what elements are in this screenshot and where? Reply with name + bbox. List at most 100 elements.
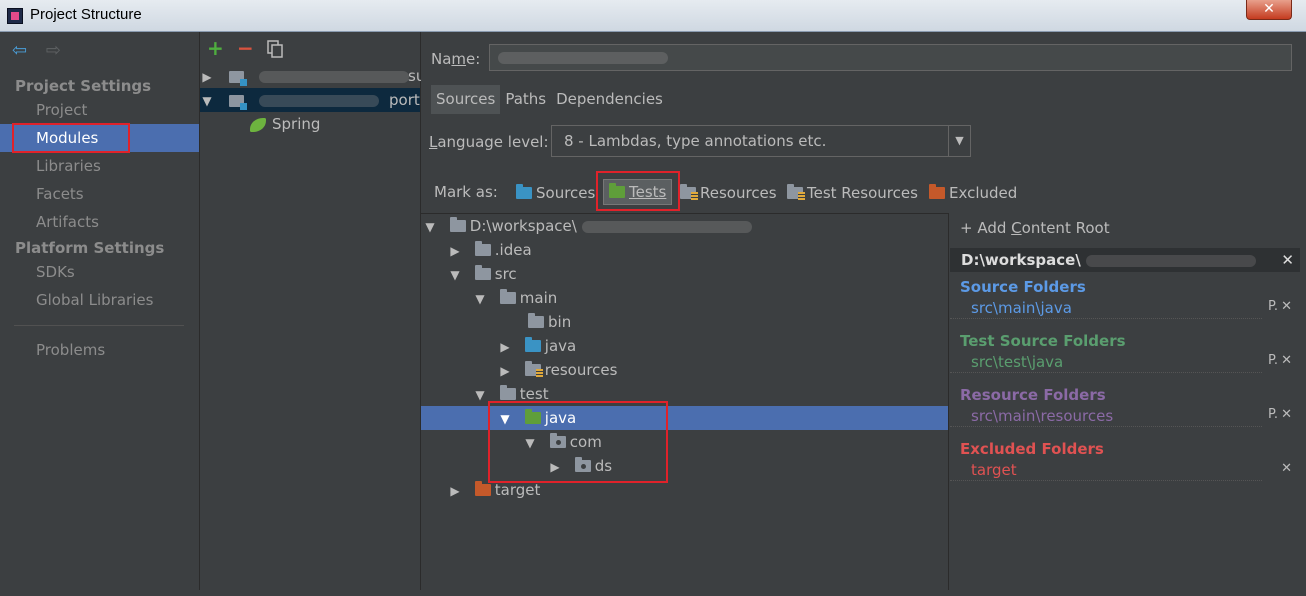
window-close-button[interactable]: ✕	[1246, 0, 1292, 20]
test-source-folder-path: src\test\java	[971, 353, 1064, 371]
tree-node[interactable]: ▼ com	[421, 430, 948, 454]
sidebar-item-libraries[interactable]: Libraries	[0, 152, 199, 180]
collapse-arrow-icon[interactable]: ▼	[200, 89, 214, 113]
tree-node-selected[interactable]: ▼ java	[421, 406, 948, 430]
remove-folder-icon[interactable]: ✕	[1281, 299, 1292, 314]
collapse-arrow-icon[interactable]: ▼	[423, 215, 437, 239]
module-icon	[228, 94, 247, 110]
package-icon	[574, 457, 591, 472]
tab-dependencies[interactable]: Dependencies	[551, 85, 668, 114]
collapse-arrow-icon[interactable]: ▼	[498, 407, 512, 431]
spring-facet-item[interactable]: Spring	[200, 112, 420, 136]
remove-content-root-icon[interactable]: ✕	[1281, 248, 1294, 272]
language-level-select[interactable]: 8 - Lambdas, type annotations etc. ▼	[551, 125, 971, 157]
add-content-root-button[interactable]: + Add Content Root	[960, 219, 1110, 237]
mark-sources-button[interactable]: Sources	[516, 181, 595, 205]
tree-node-label: test	[519, 385, 549, 403]
sidebar-item-global-libraries[interactable]: Global Libraries	[0, 286, 199, 314]
row-leader-line	[950, 318, 1262, 319]
project-settings-header: Project Settings	[15, 77, 152, 95]
add-module-icon[interactable]: +	[207, 38, 224, 58]
redacted-name-value	[498, 52, 668, 64]
test-resource-folder-icon	[787, 184, 805, 200]
folder-icon	[449, 217, 466, 232]
excluded-folders-header: Excluded Folders	[960, 440, 1104, 458]
tree-node[interactable]: ▶ java	[421, 334, 948, 358]
module-item-selected[interactable]: ▼ port	[200, 88, 420, 112]
remove-folder-icon[interactable]: ✕	[1281, 461, 1292, 476]
collapse-arrow-icon[interactable]: ▼	[473, 287, 487, 311]
tree-node[interactable]: bin	[421, 310, 948, 334]
name-label: Name:	[431, 50, 481, 68]
sidebar-item-project[interactable]: Project	[0, 96, 199, 124]
tree-node-label: src	[494, 265, 517, 283]
expand-arrow-icon[interactable]: ▶	[448, 479, 462, 503]
redacted-module-name	[258, 94, 379, 107]
source-folders-header: Source Folders	[960, 278, 1086, 296]
forward-arrow-icon[interactable]: ⇨	[46, 42, 61, 60]
source-folder-icon	[516, 184, 532, 199]
sidebar-item-modules[interactable]: Modules	[0, 124, 199, 152]
sidebar-item-sdks[interactable]: SDKs	[0, 258, 199, 286]
tree-node[interactable]: ▼ main	[421, 286, 948, 310]
content-root-panel: + Add Content Root D:\workspace\ ✕ Sourc…	[950, 213, 1306, 590]
collapse-arrow-icon[interactable]: ▼	[523, 431, 537, 455]
expand-arrow-icon[interactable]: ▶	[548, 455, 562, 479]
mark-tests-button[interactable]: Tests	[603, 179, 673, 205]
folder-properties-icon[interactable]: P.	[1268, 353, 1278, 368]
collapse-arrow-icon[interactable]: ▼	[473, 383, 487, 407]
collapse-arrow-icon[interactable]: ▼	[448, 263, 462, 287]
source-folder-path: src\main\java	[971, 299, 1072, 317]
resource-folder-row: src\main\resources P. ✕	[950, 407, 1300, 429]
tree-node[interactable]: ▼ test	[421, 382, 948, 406]
tree-node-label: .idea	[494, 241, 532, 259]
redacted-module-name	[258, 70, 409, 83]
content-root-tree: ▼ D:\workspace\ ▶ .idea ▼ src ▼ main bin…	[421, 213, 949, 590]
mark-resources-label: Resources	[700, 184, 777, 202]
excluded-folder-row: target ✕	[950, 461, 1300, 483]
tab-sources[interactable]: Sources	[431, 85, 501, 114]
tree-node[interactable]: ▼ src	[421, 262, 948, 286]
module-name-input[interactable]	[489, 44, 1292, 71]
mark-excluded-label: Excluded	[949, 184, 1018, 202]
tree-node[interactable]: ▶ ds	[421, 454, 948, 478]
remove-folder-icon[interactable]: ✕	[1281, 353, 1292, 368]
redacted-path	[581, 220, 752, 233]
remove-module-icon[interactable]: −	[237, 38, 254, 58]
folder-properties-icon[interactable]: P.	[1268, 299, 1278, 314]
back-arrow-icon[interactable]: ⇦	[12, 42, 27, 60]
expand-arrow-icon[interactable]: ▶	[498, 335, 512, 359]
excluded-folder-icon	[474, 481, 491, 496]
sidebar-item-problems[interactable]: Problems	[0, 336, 199, 364]
tree-node[interactable]: ▶ .idea	[421, 238, 948, 262]
excluded-folder-icon	[929, 184, 945, 199]
expand-arrow-icon[interactable]: ▶	[498, 359, 512, 383]
module-item[interactable]: ▶ su	[200, 64, 425, 89]
folder-properties-icon[interactable]: P.	[1268, 407, 1278, 422]
tree-node-root[interactable]: ▼ D:\workspace\	[421, 214, 948, 238]
remove-folder-icon[interactable]: ✕	[1281, 407, 1292, 422]
expand-arrow-icon[interactable]: ▶	[448, 239, 462, 263]
tree-node-label: com	[569, 433, 602, 451]
mark-test-resources-button[interactable]: Test Resources	[787, 181, 918, 205]
resource-folder-icon	[524, 361, 543, 377]
mark-excluded-button[interactable]: Excluded	[929, 181, 1017, 205]
tree-node-label: java	[544, 337, 577, 355]
expand-arrow-icon[interactable]: ▶	[200, 65, 214, 89]
sidebar-item-facets[interactable]: Facets	[0, 180, 199, 208]
editor-tabs: Sources Paths Dependencies	[431, 85, 668, 114]
folder-icon	[499, 385, 516, 400]
mark-as-label: Mark as:	[434, 183, 498, 201]
sidebar-item-artifacts[interactable]: Artifacts	[0, 208, 199, 236]
tree-node-label: target	[494, 481, 541, 499]
copy-module-icon[interactable]	[267, 40, 283, 61]
content-root-header: D:\workspace\ ✕	[950, 248, 1300, 272]
tree-node[interactable]: ▶ resources	[421, 358, 948, 382]
chevron-down-icon[interactable]: ▼	[948, 126, 970, 156]
source-folder-row: src\main\java P. ✕	[950, 299, 1300, 321]
mark-resources-button[interactable]: Resources	[680, 181, 777, 205]
mark-test-resources-label: Test Resources	[807, 184, 918, 202]
tab-paths[interactable]: Paths	[500, 85, 551, 114]
tree-node[interactable]: ▶ target	[421, 478, 948, 502]
row-leader-line	[950, 480, 1262, 481]
